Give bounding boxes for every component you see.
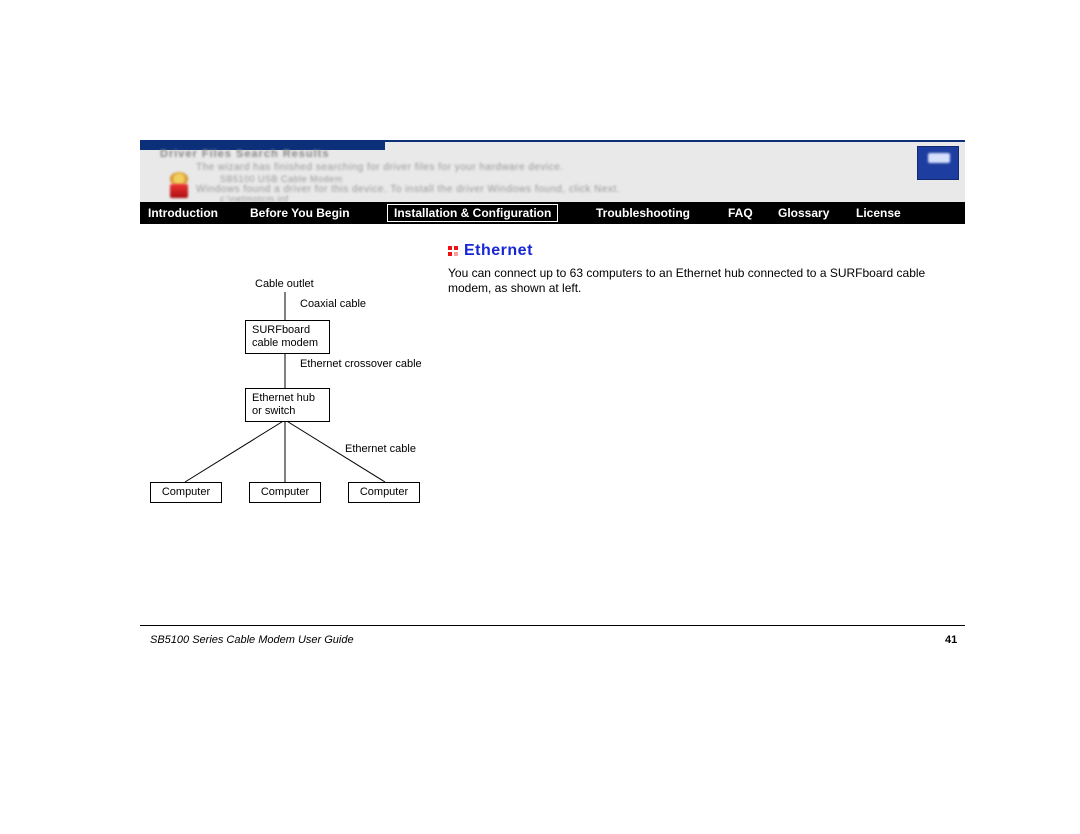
wizard-line1: The wizard has finished searching for dr…: [196, 162, 564, 173]
label-ethernet-cable: Ethernet cable: [345, 443, 416, 455]
box-computer-3: Computer: [348, 482, 420, 503]
nav-license[interactable]: License: [856, 202, 901, 224]
page-number: 41: [945, 634, 957, 646]
wizard-screenshot: Driver Files Search Results The wizard h…: [140, 140, 965, 204]
box-ethernet-hub: Ethernet hub or switch: [245, 388, 330, 422]
network-diagram: Cable outlet Coaxial cable SURFboard cab…: [150, 270, 440, 510]
section-navbar: Introduction Before You Begin Installati…: [140, 202, 965, 224]
section-heading: Ethernet: [448, 242, 533, 260]
footer-rule: [140, 625, 965, 626]
wizard-driver-icon: [170, 184, 188, 198]
box-cable-modem: SURFboard cable modem: [245, 320, 330, 354]
box-cable-modem-l1: SURFboard: [252, 324, 310, 336]
label-coaxial-cable: Coaxial cable: [300, 298, 366, 310]
wizard-next-button[interactable]: [917, 146, 959, 180]
label-crossover-cable: Ethernet crossover cable: [300, 358, 422, 370]
nav-installation-configuration[interactable]: Installation & Configuration: [387, 204, 558, 222]
footer-title: SB5100 Series Cable Modem User Guide: [150, 634, 354, 646]
label-cable-outlet: Cable outlet: [255, 278, 314, 290]
nav-faq[interactable]: FAQ: [728, 202, 753, 224]
box-computer-2: Computer: [249, 482, 321, 503]
wizard-heading: Driver Files Search Results: [160, 148, 329, 160]
page-root: Driver Files Search Results The wizard h…: [0, 0, 1080, 834]
box-ethernet-hub-l1: Ethernet hub: [252, 392, 315, 404]
section-heading-text: Ethernet: [464, 242, 533, 259]
box-ethernet-hub-l2: or switch: [252, 405, 295, 417]
nav-before-you-begin[interactable]: Before You Begin: [250, 202, 350, 224]
section-paragraph: You can connect up to 63 computers to an…: [448, 266, 928, 296]
chevron-icon: [448, 245, 458, 257]
nav-troubleshooting[interactable]: Troubleshooting: [596, 202, 690, 224]
wizard-line1b: SB5100 USB Cable Modem: [220, 174, 343, 184]
box-cable-modem-l2: cable modem: [252, 337, 318, 349]
nav-glossary[interactable]: Glossary: [778, 202, 829, 224]
box-computer-1: Computer: [150, 482, 222, 503]
nav-introduction[interactable]: Introduction: [148, 202, 218, 224]
